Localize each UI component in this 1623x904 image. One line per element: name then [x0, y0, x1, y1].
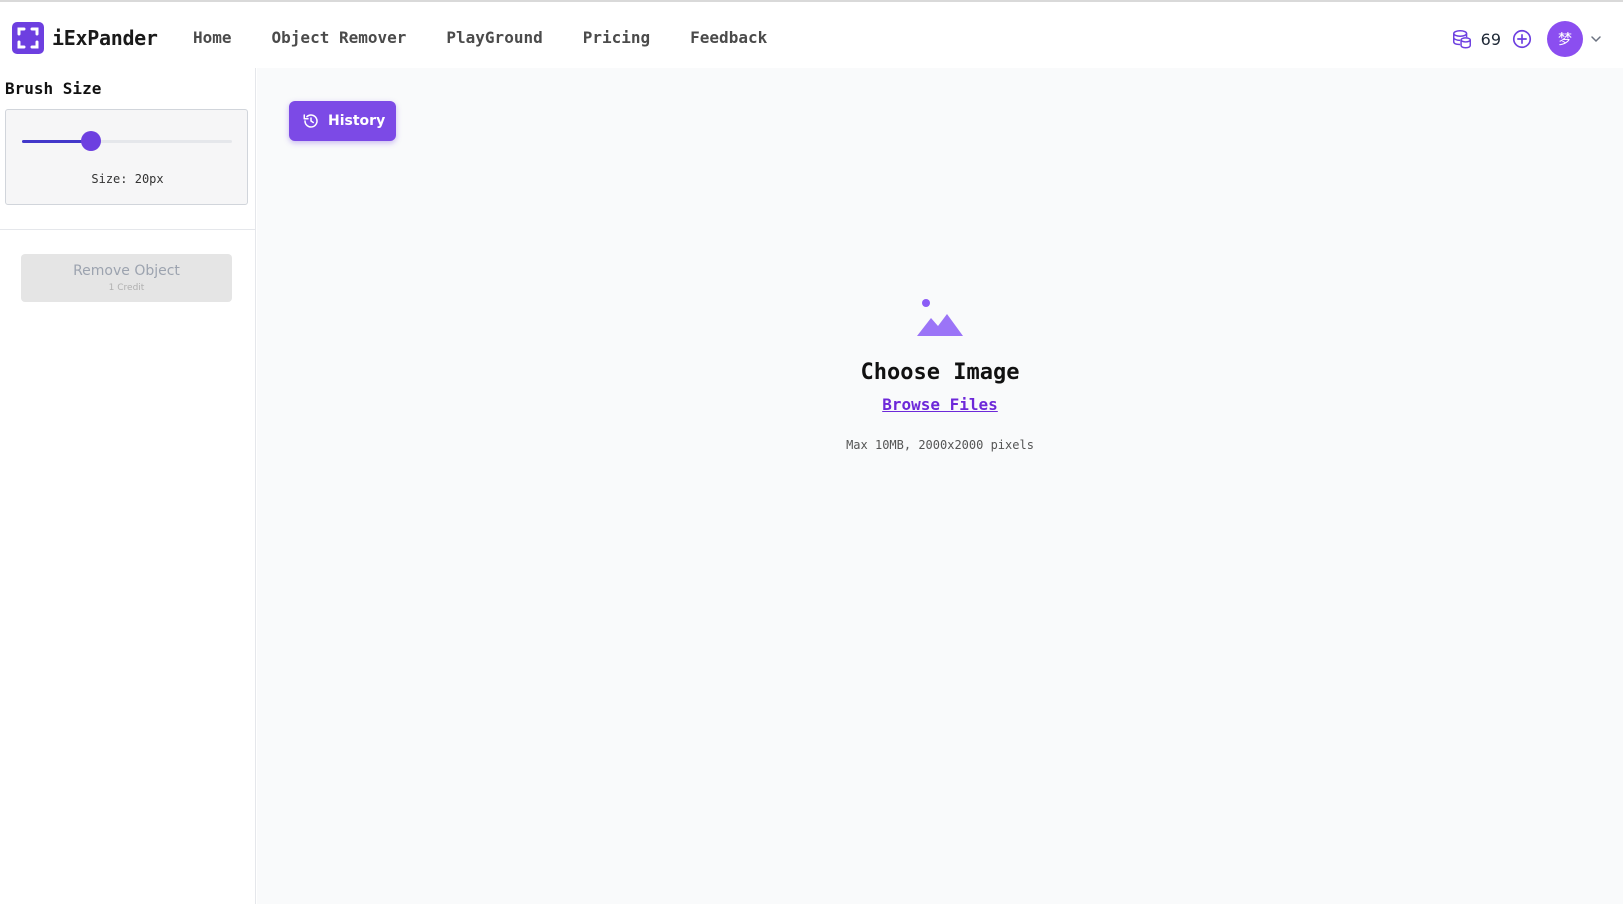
- nav-home[interactable]: Home: [193, 28, 232, 47]
- upload-limits: Max 10MB, 2000x2000 pixels: [846, 438, 1034, 452]
- top-navbar: iExPander Home Object Remover PlayGround…: [0, 4, 1623, 68]
- choose-image-title: Choose Image: [860, 360, 1020, 385]
- sidebar-divider: [0, 229, 256, 230]
- brush-size-value: Size: 20px: [91, 172, 164, 186]
- history-icon: [303, 114, 318, 128]
- nav-object-remover[interactable]: Object Remover: [272, 28, 407, 47]
- history-button[interactable]: History: [289, 101, 396, 141]
- brush-size-heading: Brush Size: [5, 79, 102, 98]
- expand-logo-icon: [12, 22, 44, 54]
- brand-name: iExPander: [52, 26, 158, 50]
- browse-files-link[interactable]: Browse Files: [882, 395, 998, 414]
- main-nav: Home Object Remover PlayGround Pricing F…: [193, 28, 807, 47]
- image-placeholder-icon: [917, 299, 963, 336]
- remove-object-label: Remove Object: [73, 263, 180, 279]
- brand-logo[interactable]: iExPander: [12, 22, 158, 54]
- nav-pricing[interactable]: Pricing: [583, 28, 650, 47]
- brush-size-slider[interactable]: [22, 131, 232, 151]
- canvas-area: History Choose Image Browse Files Max 10…: [257, 68, 1623, 904]
- brush-size-slider-thumb[interactable]: [81, 131, 102, 151]
- user-bar: 69 梦: [1451, 21, 1603, 57]
- history-label: History: [328, 113, 386, 129]
- nav-feedback[interactable]: Feedback: [690, 28, 767, 47]
- app-window: iExPander Home Object Remover PlayGround…: [0, 0, 1623, 904]
- remove-object-cost: 1 Credit: [108, 283, 145, 293]
- avatar[interactable]: 梦: [1547, 21, 1583, 57]
- upload-dropzone[interactable]: Choose Image Browse Files Max 10MB, 2000…: [257, 298, 1623, 452]
- credits-count: 69: [1480, 29, 1501, 49]
- nav-playground[interactable]: PlayGround: [446, 28, 542, 47]
- credits-coin-icon: [1452, 30, 1471, 49]
- add-credits-icon[interactable]: [1511, 28, 1533, 50]
- chevron-down-icon[interactable]: [1589, 32, 1603, 46]
- remove-object-button[interactable]: Remove Object 1 Credit: [21, 254, 232, 302]
- brush-size-panel: Size: 20px: [5, 109, 248, 205]
- tool-sidebar: Brush Size Size: 20px Remove Object 1 Cr…: [0, 68, 256, 904]
